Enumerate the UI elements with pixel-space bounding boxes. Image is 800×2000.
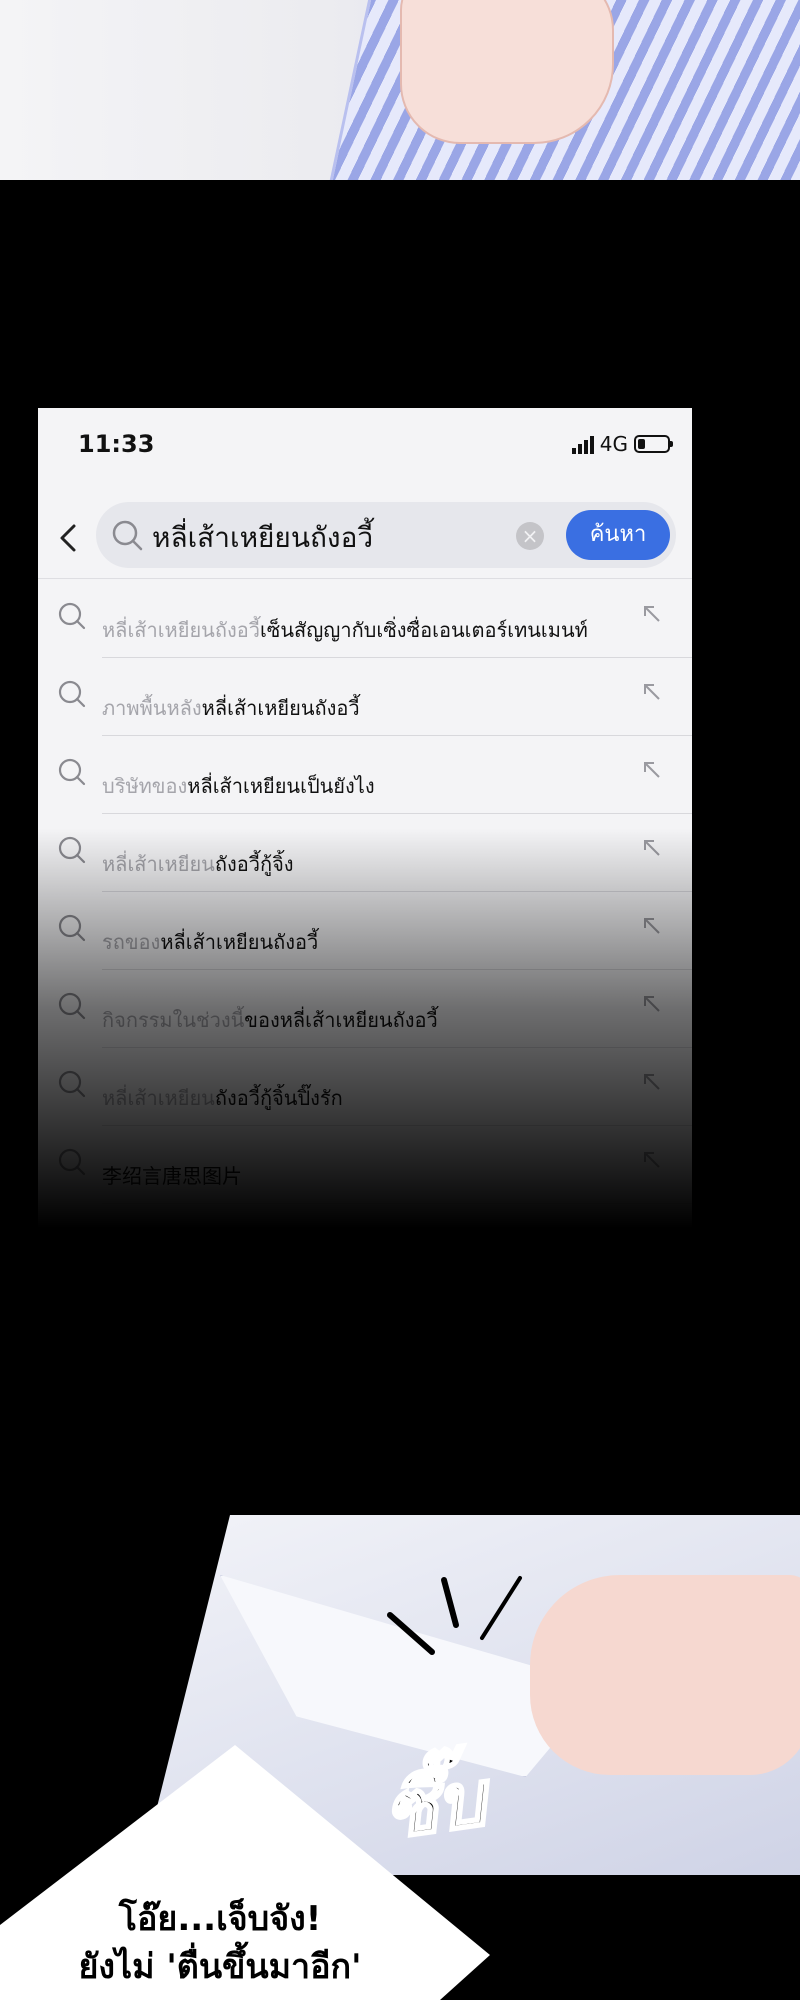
search-icon — [58, 836, 86, 864]
search-bar: หลี่เส้าเหยียนถังอวี้ × ค้นหา — [38, 488, 692, 588]
suggestion-muted-part: หลี่เส้าเหยียน — [102, 1086, 215, 1110]
suggestion-text: ภาพพื้นหลังหลี่เส้าเหยียนถังอวี้ — [102, 692, 360, 724]
row-divider — [102, 1203, 692, 1204]
motion-lines — [387, 1576, 522, 1655]
search-icon — [112, 520, 143, 551]
search-icon — [58, 602, 86, 630]
suggestion-main-part: ถังอวี้กู้จิ้นปิ๊งรัก — [214, 1086, 343, 1110]
suggestion-item[interactable]: บริษัทของหลี่เส้าเหยียนเป็นยังไง — [38, 736, 692, 814]
suggestion-text: รถของหลี่เส้าเหยียนถังอวี้ — [102, 926, 318, 958]
hand-drawing — [400, 0, 614, 144]
status-bar: 11:33 4G — [38, 408, 692, 488]
suggestion-text: หลี่เส้าเหยียนถังอวี้กู้จิ้นปิ๊งรัก — [102, 1082, 343, 1114]
fill-arrow-icon[interactable] — [640, 680, 664, 704]
suggestion-list: หลี่เส้าเหยียนถังอวี้เซ็นสัญญากับเซิ่งซื… — [38, 580, 692, 1204]
suggestion-item[interactable]: ภาพพื้นหลังหลี่เส้าเหยียนถังอวี้ — [38, 658, 692, 736]
search-icon — [58, 914, 86, 942]
suggestion-main-part: หลี่เส้าเหยียนถังอวี้ — [201, 696, 360, 720]
speech-line-2: ยังไม่ 'ตื่นขึ้นมาอีก' — [78, 1947, 362, 1987]
search-query-text[interactable]: หลี่เส้าเหยียนถังอวี้ — [152, 516, 373, 560]
suggestion-text: กิจกรรมในช่วงนี้ของหลี่เส้าเหยียนถังอวี้ — [102, 1004, 438, 1036]
divider — [38, 578, 692, 579]
fill-arrow-icon[interactable] — [640, 836, 664, 860]
suggestion-main-part: ถังอวี้กู้จิ้ง — [214, 852, 294, 876]
search-submit-button[interactable]: ค้นหา — [566, 510, 670, 560]
suggestion-main-part: หลี่เส้าเหยียนเป็นยังไง — [187, 774, 375, 798]
phone-screen: 11:33 4G หลี่เส้าเหยียนถังอวี้ × ค้นหา ห… — [38, 408, 692, 1228]
suggestion-muted-part: บริษัทของ — [102, 774, 188, 798]
fill-arrow-icon[interactable] — [640, 992, 664, 1016]
suggestion-text: หลี่เส้าเหยียนถังอวี้เซ็นสัญญากับเซิ่งซื… — [102, 614, 588, 646]
suggestion-item[interactable]: หลี่เส้าเหยียนถังอวี้กู้จิ้ง — [38, 814, 692, 892]
suggestion-muted-part: กิจกรรมในช่วงนี้ — [102, 1008, 245, 1032]
suggestion-item[interactable]: หลี่เส้าเหยียนถังอวี้กู้จิ้นปิ๊งรัก — [38, 1048, 692, 1126]
suggestion-item[interactable]: กิจกรรมในช่วงนี้ของหลี่เส้าเหยียนถังอวี้ — [38, 970, 692, 1048]
suggestion-item[interactable]: 李绍言唐思图片 — [38, 1126, 692, 1204]
fill-arrow-icon[interactable] — [640, 1070, 664, 1094]
suggestion-muted-part: หลี่เส้าเหยียนถังอวี้ — [102, 618, 260, 642]
status-indicators: 4G — [571, 432, 673, 456]
speech-line-1: โอ๊ย...เจ็บจัง! — [118, 1899, 322, 1939]
speech-bubble-text: โอ๊ย...เจ็บจัง! ยังไม่ 'ตื่นขึ้นมาอีก' — [30, 1895, 410, 1991]
fill-arrow-icon[interactable] — [640, 758, 664, 782]
suggestion-muted-part: หลี่เส้าเหยียน — [102, 852, 215, 876]
back-chevron-icon[interactable] — [50, 518, 90, 558]
clear-circle-icon[interactable]: × — [516, 522, 544, 550]
suggestion-main-part: 李绍言唐思图片 — [102, 1164, 242, 1188]
search-icon — [58, 680, 86, 708]
suggestion-item[interactable]: หลี่เส้าเหยียนถังอวี้เซ็นสัญญากับเซิ่งซื… — [38, 580, 692, 658]
search-icon — [58, 992, 86, 1020]
search-icon — [58, 1148, 86, 1176]
suggestion-main-part: เซ็นสัญญากับเซิ่งซื่อเอนเตอร์เทนเมนท์ — [259, 618, 588, 642]
fill-arrow-icon[interactable] — [640, 602, 664, 626]
suggestion-main-part: ของหลี่เส้าเหยียนถังอวี้ — [244, 1008, 438, 1032]
top-illustration-panel — [0, 0, 800, 180]
status-time: 11:33 — [78, 430, 155, 458]
battery-icon — [634, 435, 673, 453]
search-icon — [58, 758, 86, 786]
search-icon — [58, 1070, 86, 1098]
suggestion-item[interactable]: รถของหลี่เส้าเหยียนถังอวี้ — [38, 892, 692, 970]
fill-arrow-icon[interactable] — [640, 1148, 664, 1172]
network-type: 4G — [599, 432, 628, 456]
battery-level — [638, 439, 645, 449]
fill-arrow-icon[interactable] — [640, 914, 664, 938]
suggestion-muted-part: ภาพพื้นหลัง — [102, 696, 202, 720]
signal-icon — [571, 434, 594, 454]
suggestion-main-part: หลี่เส้าเหยียนถังอวี้ — [160, 930, 319, 954]
suggestion-text: บริษัทของหลี่เส้าเหยียนเป็นยังไง — [102, 770, 375, 802]
suggestion-text: 李绍言唐思图片 — [102, 1160, 242, 1189]
suggestion-text: หลี่เส้าเหยียนถังอวี้กู้จิ้ง — [102, 848, 294, 880]
search-input[interactable]: หลี่เส้าเหยียนถังอวี้ × ค้นหา — [96, 502, 676, 568]
suggestion-muted-part: รถของ — [102, 930, 161, 954]
